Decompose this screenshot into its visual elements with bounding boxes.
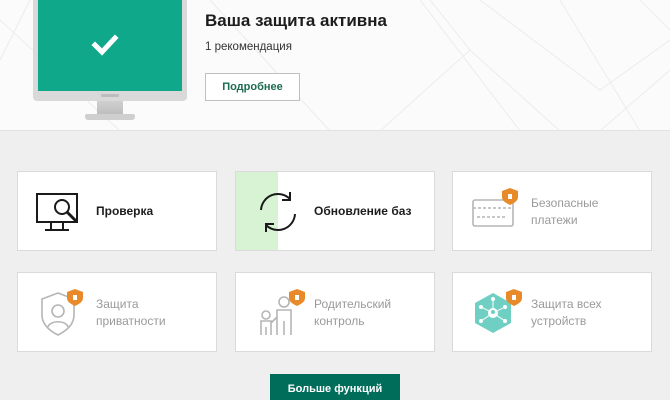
update-arrows-icon <box>260 192 296 232</box>
status-header: Ваша защита активна 1 рекомендация Подро… <box>0 0 670 131</box>
protection-status-title: Ваша защита активна <box>205 11 387 30</box>
privacy-shield-icon <box>41 289 83 336</box>
checkmark-icon <box>91 34 119 56</box>
tile-scan-label: Проверка <box>96 204 154 218</box>
tile-parental-control[interactable]: Родительский контроль <box>235 272 435 352</box>
more-features-button[interactable]: Больше функций <box>270 374 400 400</box>
tile-safe-payments[interactable]: Безопасные платежи <box>452 171 652 251</box>
recommendation-count[interactable]: 1 рекомендация <box>205 41 292 53</box>
secure-payment-card-icon <box>472 188 518 227</box>
all-devices-hexagon-icon <box>475 289 522 333</box>
tile-update-label: Обновление баз <box>314 204 412 218</box>
lock-badge-icon <box>289 289 305 306</box>
monitor-stand <box>97 101 123 115</box>
tile-all-devices[interactable]: Защита всех устройств <box>452 272 652 352</box>
monitor-base <box>85 114 135 120</box>
tile-safe-payments-label: Безопасные платежи <box>531 196 599 227</box>
scan-monitor-icon <box>36 193 78 231</box>
tile-privacy[interactable]: Защита приватности <box>17 272 217 352</box>
tile-privacy-label: Защита приватности <box>96 297 166 328</box>
tile-parental-control-label: Родительский контроль <box>314 297 392 328</box>
parental-control-icon <box>260 289 305 335</box>
tile-scan[interactable]: Проверка <box>17 171 217 251</box>
details-button[interactable]: Подробнее <box>205 73 300 101</box>
monitor-brand <box>101 94 119 97</box>
protection-monitor-illustration <box>33 0 187 120</box>
lock-badge-icon <box>502 188 518 205</box>
tile-all-devices-label: Защита всех устройств <box>531 297 602 328</box>
tile-update[interactable]: Обновление баз <box>235 171 435 251</box>
lock-badge-icon <box>67 289 83 306</box>
